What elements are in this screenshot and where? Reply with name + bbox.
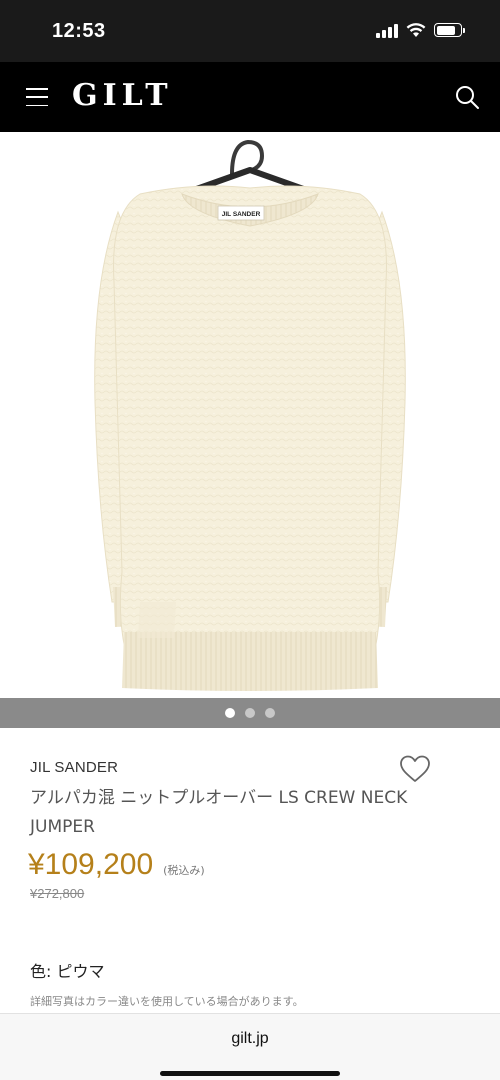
original-price: ¥272,800	[30, 886, 85, 901]
product-brand[interactable]: JIL SANDER	[30, 759, 118, 776]
sweater-tag-text: JIL SANDER	[222, 211, 261, 218]
image-carousel-indicator[interactable]	[0, 698, 500, 728]
battery-level	[436, 25, 455, 35]
wifi-icon	[406, 22, 426, 37]
color-label: 色: ピウマ	[30, 962, 105, 981]
site-header: GILT	[0, 62, 500, 132]
search-icon[interactable]	[454, 84, 480, 110]
home-indicator[interactable]	[160, 1071, 340, 1076]
tax-note: (税込み)	[163, 864, 205, 877]
status-bar: 12:53	[0, 0, 500, 62]
carousel-dot[interactable]	[245, 708, 255, 718]
price-row: ¥109,200 (税込み)	[28, 848, 205, 882]
carousel-dot[interactable]	[225, 708, 235, 718]
cellular-signal-icon	[376, 22, 398, 38]
browser-url-bar[interactable]: gilt.jp	[0, 1013, 500, 1080]
url-text[interactable]: gilt.jp	[0, 1030, 500, 1048]
heart-outline-icon[interactable]	[398, 754, 432, 784]
product-price: ¥109,200	[28, 848, 154, 881]
battery-icon	[434, 23, 465, 37]
carousel-dot[interactable]	[265, 708, 275, 718]
sweater-image: JIL SANDER	[94, 139, 406, 691]
status-time: 12:53	[52, 20, 106, 42]
site-logo[interactable]: GILT	[72, 76, 173, 116]
status-icons	[376, 22, 465, 38]
photo-note: 詳細写真はカラー違いを使用している場合があります。	[30, 995, 304, 1008]
product-image[interactable]: JIL SANDER	[0, 132, 500, 698]
product-title: アルパカ混 ニットプルオーバー LS CREW NECK JUMPER	[30, 788, 408, 837]
hamburger-menu-icon[interactable]	[26, 88, 48, 106]
